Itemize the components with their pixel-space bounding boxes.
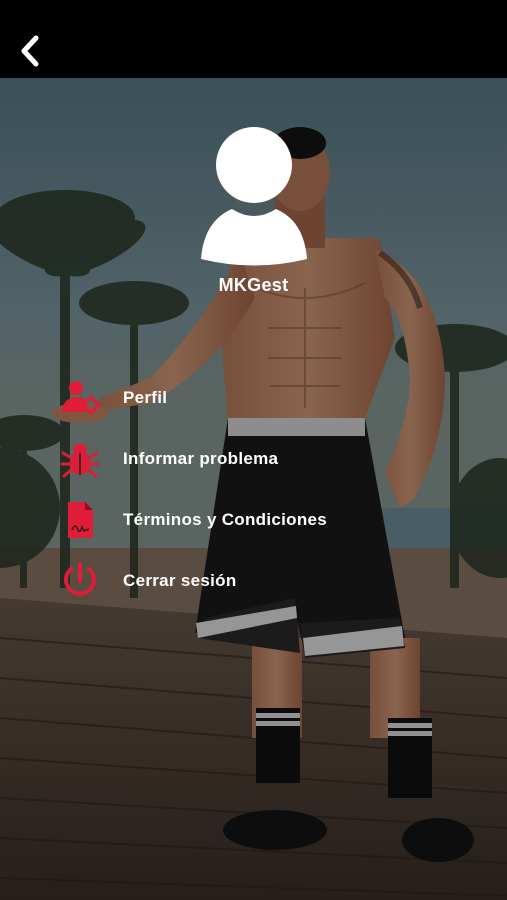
document-signature-icon (60, 500, 100, 540)
user-gear-icon (60, 378, 100, 418)
menu-item-informar-problema[interactable]: Informar problema (60, 428, 480, 489)
menu-item-perfil[interactable]: Perfil (60, 367, 480, 428)
menu-item-label: Términos y Condiciones (123, 509, 328, 529)
bug-icon (60, 439, 100, 479)
menu-list: Perfil Informar problema Términos y Cond… (60, 367, 480, 611)
username: MKGest (218, 275, 289, 295)
background-photo: MKGest Perfil Informar problema Términos… (0, 78, 507, 900)
top-bar (0, 0, 507, 78)
menu-item-terminos[interactable]: Términos y Condiciones (60, 489, 480, 550)
chevron-left-icon (21, 35, 39, 67)
power-icon (60, 561, 100, 601)
menu-item-label: Cerrar sesión (123, 570, 237, 590)
menu-item-label: Informar problema (123, 448, 279, 468)
back-button[interactable] (16, 34, 46, 68)
avatar[interactable] (198, 127, 310, 267)
menu-item-label: Perfil (123, 387, 168, 407)
menu-item-cerrar-sesion[interactable]: Cerrar sesión (60, 550, 480, 611)
user-silhouette-icon (201, 127, 307, 266)
